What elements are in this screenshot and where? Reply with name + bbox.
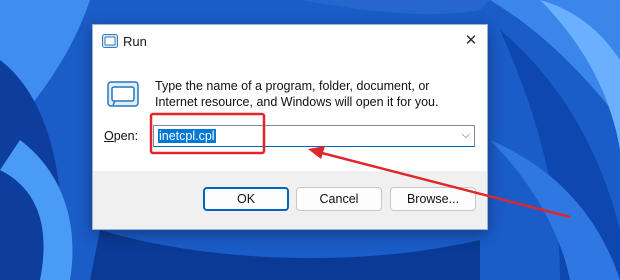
- button-bar: OK Cancel Browse...: [93, 171, 487, 229]
- dialog-title: Run: [123, 34, 147, 49]
- ok-button[interactable]: OK: [203, 187, 289, 211]
- open-label-accelerator: O: [104, 129, 114, 143]
- title-bar[interactable]: Run ✕: [93, 25, 487, 57]
- cancel-button[interactable]: Cancel: [296, 187, 382, 211]
- open-label-text: pen:: [113, 129, 139, 143]
- chevron-down-icon[interactable]: ⌵: [462, 129, 470, 142]
- close-button[interactable]: ✕: [455, 25, 487, 57]
- description-text: Type the name of a program, folder, docu…: [155, 79, 439, 109]
- run-icon: [107, 81, 139, 107]
- open-combobox[interactable]: inetcpl.cpl ⌵: [153, 125, 475, 147]
- run-dialog: Run ✕ Type the name of a program, folder…: [92, 24, 488, 230]
- browse-button[interactable]: Browse...: [390, 187, 476, 211]
- run-icon: [102, 34, 118, 48]
- close-icon: ✕: [464, 32, 478, 49]
- open-label: Open:: [104, 129, 138, 143]
- open-input-value[interactable]: inetcpl.cpl: [158, 129, 216, 143]
